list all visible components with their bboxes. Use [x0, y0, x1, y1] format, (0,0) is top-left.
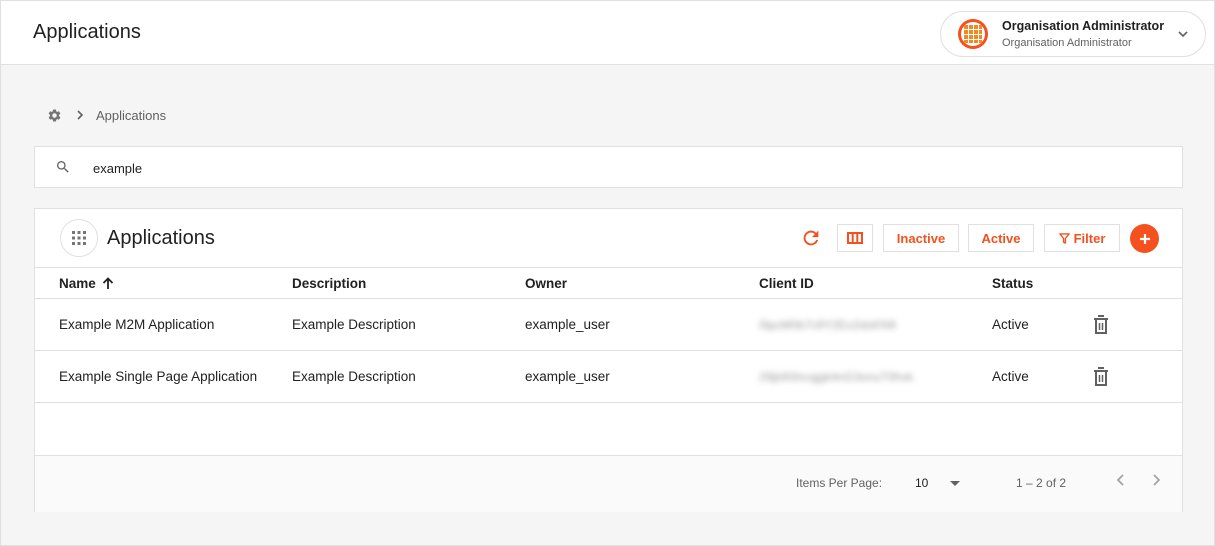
card-title: Applications	[107, 227, 215, 249]
applications-card: Applications Inactive Active Filter Name…	[34, 208, 1183, 512]
chevron-right-icon[interactable]	[1148, 472, 1164, 488]
refresh-icon[interactable]	[800, 227, 822, 249]
add-application-button[interactable]	[1130, 224, 1159, 253]
breadcrumb: Applications	[47, 107, 166, 123]
breadcrumb-current: Applications	[96, 107, 167, 123]
card-header: Applications Inactive Active Filter	[35, 209, 1182, 268]
table-row[interactable]: Example M2M Application Example Descript…	[35, 299, 1182, 351]
column-header-owner[interactable]: Owner	[525, 276, 567, 291]
table-row[interactable]: Example Single Page Application Example …	[35, 351, 1182, 403]
column-header-status[interactable]: Status	[992, 276, 1033, 291]
trash-icon[interactable]	[1093, 367, 1109, 387]
table-header: Name Description Owner Client ID Status	[35, 268, 1182, 299]
row-client-id: 0lpcM0b7c9Y2Eo2dsKN9	[759, 318, 896, 332]
columns-button[interactable]	[837, 224, 873, 252]
chevron-left-icon[interactable]	[1113, 472, 1129, 488]
user-menu-button[interactable]: Organisation Administrator Organisation …	[940, 11, 1206, 57]
page-range-label: 1 – 2 of 2	[1016, 476, 1067, 490]
search-bar	[34, 146, 1183, 188]
view-columns-icon	[847, 232, 863, 244]
plus-icon	[1139, 233, 1150, 244]
row-description: Example Description	[292, 369, 416, 384]
row-description: Example Description	[292, 317, 416, 332]
items-per-page-label: Items Per Page:	[796, 476, 883, 490]
row-owner: example_user	[525, 369, 610, 384]
inactive-filter-button[interactable]: Inactive	[883, 224, 959, 252]
filter-icon	[1058, 232, 1070, 244]
row-status: Active	[992, 317, 1029, 332]
dropdown-arrow-icon	[950, 481, 960, 486]
search-input[interactable]	[93, 155, 1153, 181]
apps-grid-icon	[60, 219, 98, 257]
gear-icon[interactable]	[47, 108, 62, 123]
chevron-down-icon	[1178, 31, 1188, 38]
column-header-label: Name	[59, 276, 96, 291]
user-role: Organisation Administrator	[1002, 37, 1132, 49]
trash-icon[interactable]	[1093, 315, 1109, 335]
column-header-name[interactable]: Name	[59, 276, 114, 291]
row-status: Active	[992, 369, 1029, 384]
chevron-right-icon	[77, 110, 84, 120]
active-filter-button[interactable]: Active	[968, 224, 1034, 252]
user-name: Organisation Administrator	[1002, 19, 1165, 33]
paginator: Items Per Page: 10 1 – 2 of 2	[35, 455, 1182, 512]
top-bar: Applications Organisation Administrator …	[1, 1, 1214, 65]
row-client-id: 29jb9Shcqjgk4nG3onuT0hvk	[759, 370, 914, 384]
page-size-value: 10	[915, 476, 929, 490]
page-title: Applications	[33, 21, 141, 43]
filter-label: Filter	[1073, 230, 1106, 246]
column-header-client-id[interactable]: Client ID	[759, 276, 814, 291]
row-name[interactable]: Example M2M Application	[59, 317, 214, 332]
filter-button[interactable]: Filter	[1044, 224, 1120, 252]
column-header-description[interactable]: Description	[292, 276, 366, 291]
search-icon	[57, 161, 69, 173]
row-name[interactable]: Example Single Page Application	[59, 369, 257, 384]
row-owner: example_user	[525, 317, 610, 332]
page-size-select[interactable]: 10	[915, 470, 965, 498]
organisation-logo-icon	[958, 19, 988, 49]
arrow-up-icon	[102, 277, 113, 289]
